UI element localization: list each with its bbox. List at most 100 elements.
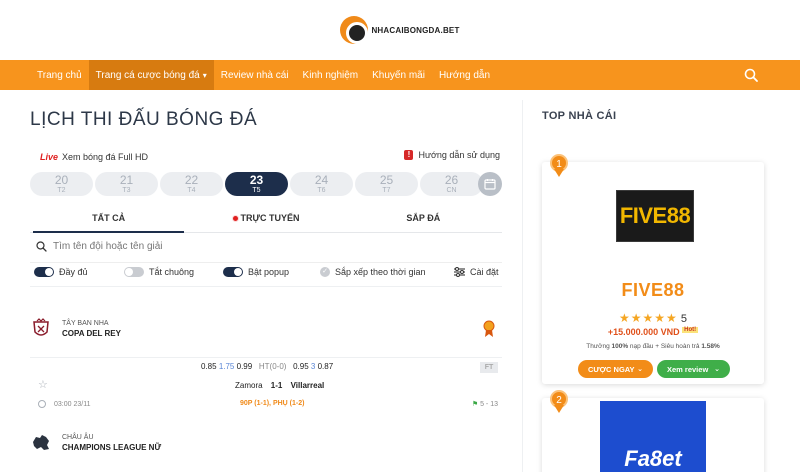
date-selector: 20 T2 21 T3 22 T4 23 T5 24 T6 25 T7 26 CN <box>30 172 502 196</box>
match-teams: Zamora 1-1 Villarreal <box>235 381 324 390</box>
tab-label: SẮP ĐÁ <box>406 213 441 223</box>
view-review-button[interactable]: Xem review ⌄ <box>657 360 730 378</box>
calendar-icon <box>484 179 496 190</box>
live-stream-link[interactable]: Xem bóng đá Full HD <box>62 152 148 162</box>
option-full[interactable]: Đầy đủ <box>34 267 88 277</box>
usage-guide-label: Hướng dẫn sử dụng <box>418 150 500 160</box>
date-pill-selected[interactable]: 23 T5 <box>225 172 288 196</box>
date-pill[interactable]: 21 T3 <box>95 172 158 196</box>
match-status-badge: FT <box>480 362 498 373</box>
award-icon[interactable] <box>482 320 496 338</box>
search-icon <box>36 240 47 252</box>
tab-all[interactable]: TẤT CẢ <box>30 205 187 233</box>
odds-over: 0.95 <box>293 362 309 371</box>
match-tabs: TẤT CẢ TRỰC TUYẾN SẮP ĐÁ <box>30 205 502 233</box>
live-badge[interactable]: Live <box>40 152 58 162</box>
site-header: NHACAIBONGDA.BET <box>0 0 800 60</box>
tab-live[interactable]: TRỰC TUYẾN <box>187 205 344 232</box>
match-footer: 03:00 23/11 90P (1-1), PHỤ (1-2) ⚑ 5 - 13 <box>38 400 500 408</box>
odds-home: 0.85 <box>201 362 217 371</box>
search-icon[interactable] <box>744 68 758 82</box>
card-actions: CƯỢC NGAY ⌄ Xem review ⌄ <box>578 360 730 378</box>
option-label: Sắp xếp theo thời gian <box>335 267 426 277</box>
live-stream-row: Live Xem bóng đá Full HD ! Hướng dẫn sử … <box>40 150 500 164</box>
nav-label: Review nhà cái <box>220 69 289 81</box>
option-sort-time[interactable]: ✓ Sắp xếp theo thời gian <box>320 267 425 277</box>
nav-item-guide[interactable]: Hướng dẫn <box>432 60 497 90</box>
match-result: 90P (1-1), PHỤ (1-2) <box>240 400 305 407</box>
league-name: CHAMPIONS LEAGUE NỮ <box>62 443 162 452</box>
site-logo[interactable]: NHACAIBONGDA.BET <box>340 16 459 44</box>
date-pill[interactable]: 26 CN <box>420 172 483 196</box>
date-day: 25 <box>379 173 394 187</box>
sound-toggle[interactable] <box>124 267 144 277</box>
search-input[interactable] <box>53 240 353 252</box>
corner-flag-icon: ⚑ <box>471 401 479 408</box>
date-pill[interactable]: 22 T4 <box>160 172 223 196</box>
divider <box>30 286 502 287</box>
nav-label: Hướng dẫn <box>438 69 491 81</box>
date-weekday: T7 <box>382 187 391 194</box>
nav-label: Kinh nghiệm <box>302 69 359 81</box>
calendar-button[interactable] <box>478 172 502 196</box>
bet-now-button[interactable]: CƯỢC NGAY ⌄ <box>578 360 653 378</box>
option-popup[interactable]: Bật popup <box>223 267 289 277</box>
chevron-down-icon: ⌄ <box>637 366 643 373</box>
away-team: Villarreal <box>290 381 325 390</box>
tab-upcoming[interactable]: SẮP ĐÁ <box>345 205 502 232</box>
odds-line: 3 <box>310 362 316 371</box>
logo-text: Fa8et <box>624 446 682 471</box>
favorite-star-icon[interactable]: ☆ <box>38 378 48 391</box>
nav-item-home[interactable]: Trang chủ <box>30 60 89 90</box>
settings-button[interactable]: Cài đặt <box>454 267 499 277</box>
bonus-value: +15.000.000 VND <box>607 327 680 337</box>
odds-handicap: 1.75 <box>218 362 235 371</box>
date-weekday: CN <box>446 187 457 194</box>
option-label: Đầy đủ <box>59 267 88 277</box>
date-day: 20 <box>54 173 69 187</box>
full-toggle[interactable] <box>34 267 54 277</box>
date-pill[interactable]: 20 T2 <box>30 172 93 196</box>
rating-value: 5 <box>680 313 687 325</box>
odds-away: 0.99 <box>236 362 253 371</box>
date-weekday: T5 <box>252 187 261 194</box>
match-row[interactable]: 0.85 1.75 0.99 HT(0-0) 0.95 3 0.87 FT ☆ … <box>30 357 502 417</box>
nav-item-promotions[interactable]: Khuyến mãi <box>365 60 432 90</box>
match-time: 03:00 23/11 <box>54 400 91 408</box>
usage-guide-link[interactable]: ! Hướng dẫn sử dụng <box>404 150 500 160</box>
bonus-desc-text: Thưởng <box>586 343 612 350</box>
chevron-down-icon: ⌄ <box>714 366 720 373</box>
bonus-amount: +15.000.000 VND Hot! <box>542 327 764 337</box>
nav-item-betting[interactable]: Trang cá cược bóng đá ▾ <box>88 60 214 90</box>
rank-badge: 1 <box>550 154 568 180</box>
sliders-icon <box>454 267 465 277</box>
five88-logo[interactable]: FIVE88 <box>616 190 694 242</box>
column-divider <box>522 100 523 472</box>
rank-badge: 2 <box>550 390 568 416</box>
sidebar-title: TOP NHÀ CÁI <box>542 110 617 122</box>
date-pill[interactable]: 24 T6 <box>290 172 353 196</box>
bonus-description: Thưởng 100% nạp đầu + Siêu hoàn trả 1.58… <box>542 343 764 350</box>
nav-item-experience[interactable]: Kinh nghiệm <box>296 60 366 90</box>
bonus-desc-percent: 100% <box>611 343 629 350</box>
corner-count: 5 - 13 <box>480 401 498 408</box>
alert-icon: ! <box>404 150 414 160</box>
league-header[interactable]: CHÂU ÂU CHAMPIONS LEAGUE NỮ <box>30 432 502 454</box>
option-sound[interactable]: Tắt chuông <box>124 267 194 277</box>
league-header[interactable]: TÂY BAN NHA COPA DEL REY <box>30 318 502 340</box>
fabet-logo[interactable]: Fa8et <box>600 401 706 472</box>
odds-under: 0.87 <box>317 362 334 371</box>
date-pill[interactable]: 25 T7 <box>355 172 418 196</box>
date-day: 22 <box>184 173 199 187</box>
popup-toggle[interactable] <box>223 267 243 277</box>
check-icon: ✓ <box>320 267 330 277</box>
bonus-desc-text: nạp đầu + Siêu hoàn trả <box>628 343 702 350</box>
tab-label: TẤT CẢ <box>92 213 126 223</box>
bookmaker-rating: ★★★★★ 5 <box>542 311 764 325</box>
bonus-desc-rate: 1.58% <box>701 343 720 350</box>
button-label: CƯỢC NGAY <box>588 364 635 374</box>
nav-item-review[interactable]: Review nhà cái <box>214 60 296 90</box>
date-weekday: T3 <box>122 187 131 194</box>
europe-map-icon <box>33 435 49 450</box>
copa-del-rey-logo-icon <box>33 318 49 336</box>
